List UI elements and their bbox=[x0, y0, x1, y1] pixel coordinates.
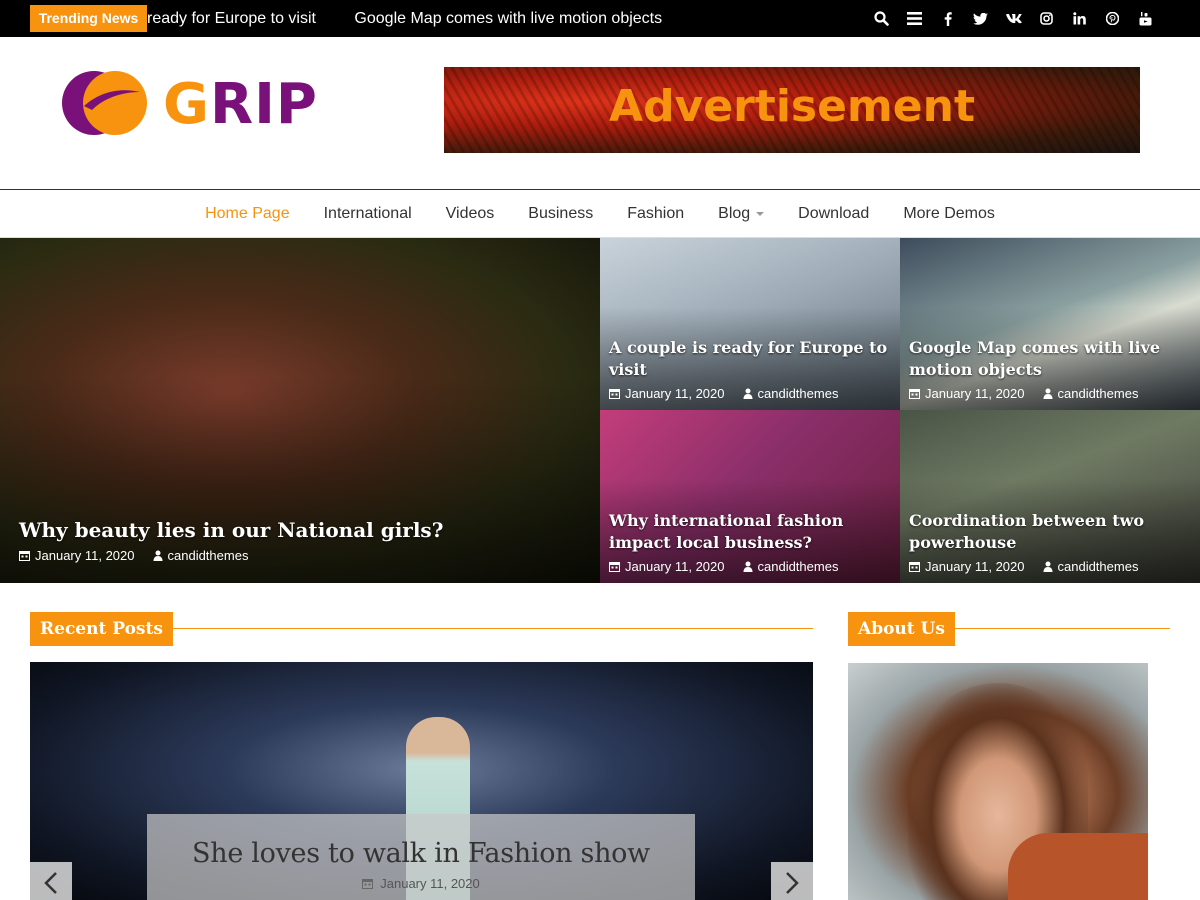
chevron-down-icon bbox=[756, 212, 765, 216]
nav-item-international[interactable]: International bbox=[307, 205, 429, 223]
menu-icon[interactable] bbox=[898, 0, 931, 37]
nav-item-download[interactable]: Download bbox=[781, 205, 886, 223]
nav-item-fashion[interactable]: Fashion bbox=[610, 205, 701, 223]
logo-letter-g: G bbox=[163, 72, 210, 137]
calendar-icon bbox=[609, 562, 620, 572]
about-us-header: About Us bbox=[848, 612, 1170, 646]
post-date[interactable]: January 11, 2020 bbox=[925, 386, 1025, 401]
slide-title[interactable]: She loves to walk in Fashion show bbox=[147, 838, 695, 869]
user-icon bbox=[153, 550, 162, 561]
post-date[interactable]: January 11, 2020 bbox=[925, 559, 1025, 574]
search-icon[interactable] bbox=[865, 0, 898, 37]
post-author[interactable]: candidthemes bbox=[1058, 386, 1139, 401]
post-date[interactable]: January 11, 2020 bbox=[625, 386, 725, 401]
nav-item-blog[interactable]: Blog bbox=[701, 205, 781, 223]
advertisement-text: Advertisement bbox=[609, 81, 975, 132]
logo-text: GRIP bbox=[163, 72, 318, 137]
calendar-icon bbox=[909, 389, 920, 399]
pinterest-icon[interactable] bbox=[1096, 0, 1129, 37]
ticker-item[interactable]: ready for Europe to visit bbox=[147, 10, 316, 27]
slide-date[interactable]: January 11, 2020 bbox=[380, 876, 480, 891]
post-title[interactable]: Google Map comes with live motion object… bbox=[909, 337, 1191, 381]
recent-posts-header: Recent Posts bbox=[30, 612, 813, 646]
twitter-icon[interactable] bbox=[964, 0, 997, 37]
user-icon bbox=[743, 388, 752, 399]
featured-post-main[interactable]: Why beauty lies in our National girls? J… bbox=[0, 238, 600, 583]
slide-caption: She loves to walk in Fashion show Januar… bbox=[147, 814, 695, 900]
nav-item-more-demos[interactable]: More Demos bbox=[886, 205, 1012, 223]
recent-posts-slider[interactable]: She loves to walk in Fashion show Januar… bbox=[30, 662, 813, 900]
post-title[interactable]: Why beauty lies in our National girls? bbox=[19, 517, 591, 543]
nav-item-home-page[interactable]: Home Page bbox=[188, 205, 307, 223]
featured-post[interactable]: A couple is ready for Europe to visit Ja… bbox=[600, 238, 900, 410]
advertisement-banner[interactable]: Advertisement bbox=[444, 67, 1140, 153]
vk-icon[interactable] bbox=[997, 0, 1030, 37]
about-us-title: About Us bbox=[848, 612, 955, 646]
facebook-icon[interactable] bbox=[931, 0, 964, 37]
post-title[interactable]: Why international fashion impact local b… bbox=[609, 510, 891, 554]
youtube-icon[interactable] bbox=[1129, 0, 1162, 37]
featured-post[interactable]: Coordination between two powerhouse Janu… bbox=[900, 410, 1200, 583]
user-icon bbox=[1043, 388, 1052, 399]
calendar-icon bbox=[609, 389, 620, 399]
logo-letters-rip: RIP bbox=[209, 72, 318, 137]
instagram-icon[interactable] bbox=[1030, 0, 1063, 37]
featured-grid: Why beauty lies in our National girls? J… bbox=[0, 238, 1200, 583]
nav-item-business[interactable]: Business bbox=[511, 205, 610, 223]
recent-posts-title: Recent Posts bbox=[30, 612, 173, 646]
nav-item-videos[interactable]: Videos bbox=[429, 205, 512, 223]
news-ticker: ready for Europe to visit Google Map com… bbox=[147, 0, 696, 37]
post-author[interactable]: candidthemes bbox=[758, 386, 839, 401]
main-nav: Home Page International Videos Business … bbox=[0, 189, 1200, 238]
chevron-left-icon bbox=[44, 872, 57, 894]
post-date[interactable]: January 11, 2020 bbox=[625, 559, 725, 574]
post-title[interactable]: Coordination between two powerhouse bbox=[909, 510, 1191, 554]
logo-mark-icon bbox=[62, 71, 147, 135]
post-author[interactable]: candidthemes bbox=[1058, 559, 1139, 574]
chevron-right-icon bbox=[786, 872, 799, 894]
slider-next-button[interactable] bbox=[771, 862, 813, 900]
calendar-icon bbox=[19, 551, 30, 561]
site-logo[interactable]: GRIP bbox=[62, 68, 342, 138]
about-us-image bbox=[848, 663, 1148, 900]
post-title[interactable]: A couple is ready for Europe to visit bbox=[609, 337, 891, 381]
post-date[interactable]: January 11, 2020 bbox=[35, 548, 135, 563]
user-icon bbox=[1043, 561, 1052, 572]
calendar-icon bbox=[909, 562, 920, 572]
ticker-item[interactable]: Google Map comes with live motion object… bbox=[354, 10, 662, 27]
user-icon bbox=[743, 561, 752, 572]
trending-news-badge: Trending News bbox=[30, 5, 147, 32]
top-icons bbox=[865, 0, 1162, 37]
linkedin-icon[interactable] bbox=[1063, 0, 1096, 37]
slider-prev-button[interactable] bbox=[30, 862, 72, 900]
post-author[interactable]: candidthemes bbox=[168, 548, 249, 563]
top-bar: Trending News ready for Europe to visit … bbox=[0, 0, 1200, 37]
featured-post[interactable]: Google Map comes with live motion object… bbox=[900, 238, 1200, 410]
featured-post[interactable]: Why international fashion impact local b… bbox=[600, 410, 900, 583]
nav-item-blog-label: Blog bbox=[718, 205, 751, 222]
calendar-icon bbox=[362, 879, 374, 889]
post-author[interactable]: candidthemes bbox=[758, 559, 839, 574]
